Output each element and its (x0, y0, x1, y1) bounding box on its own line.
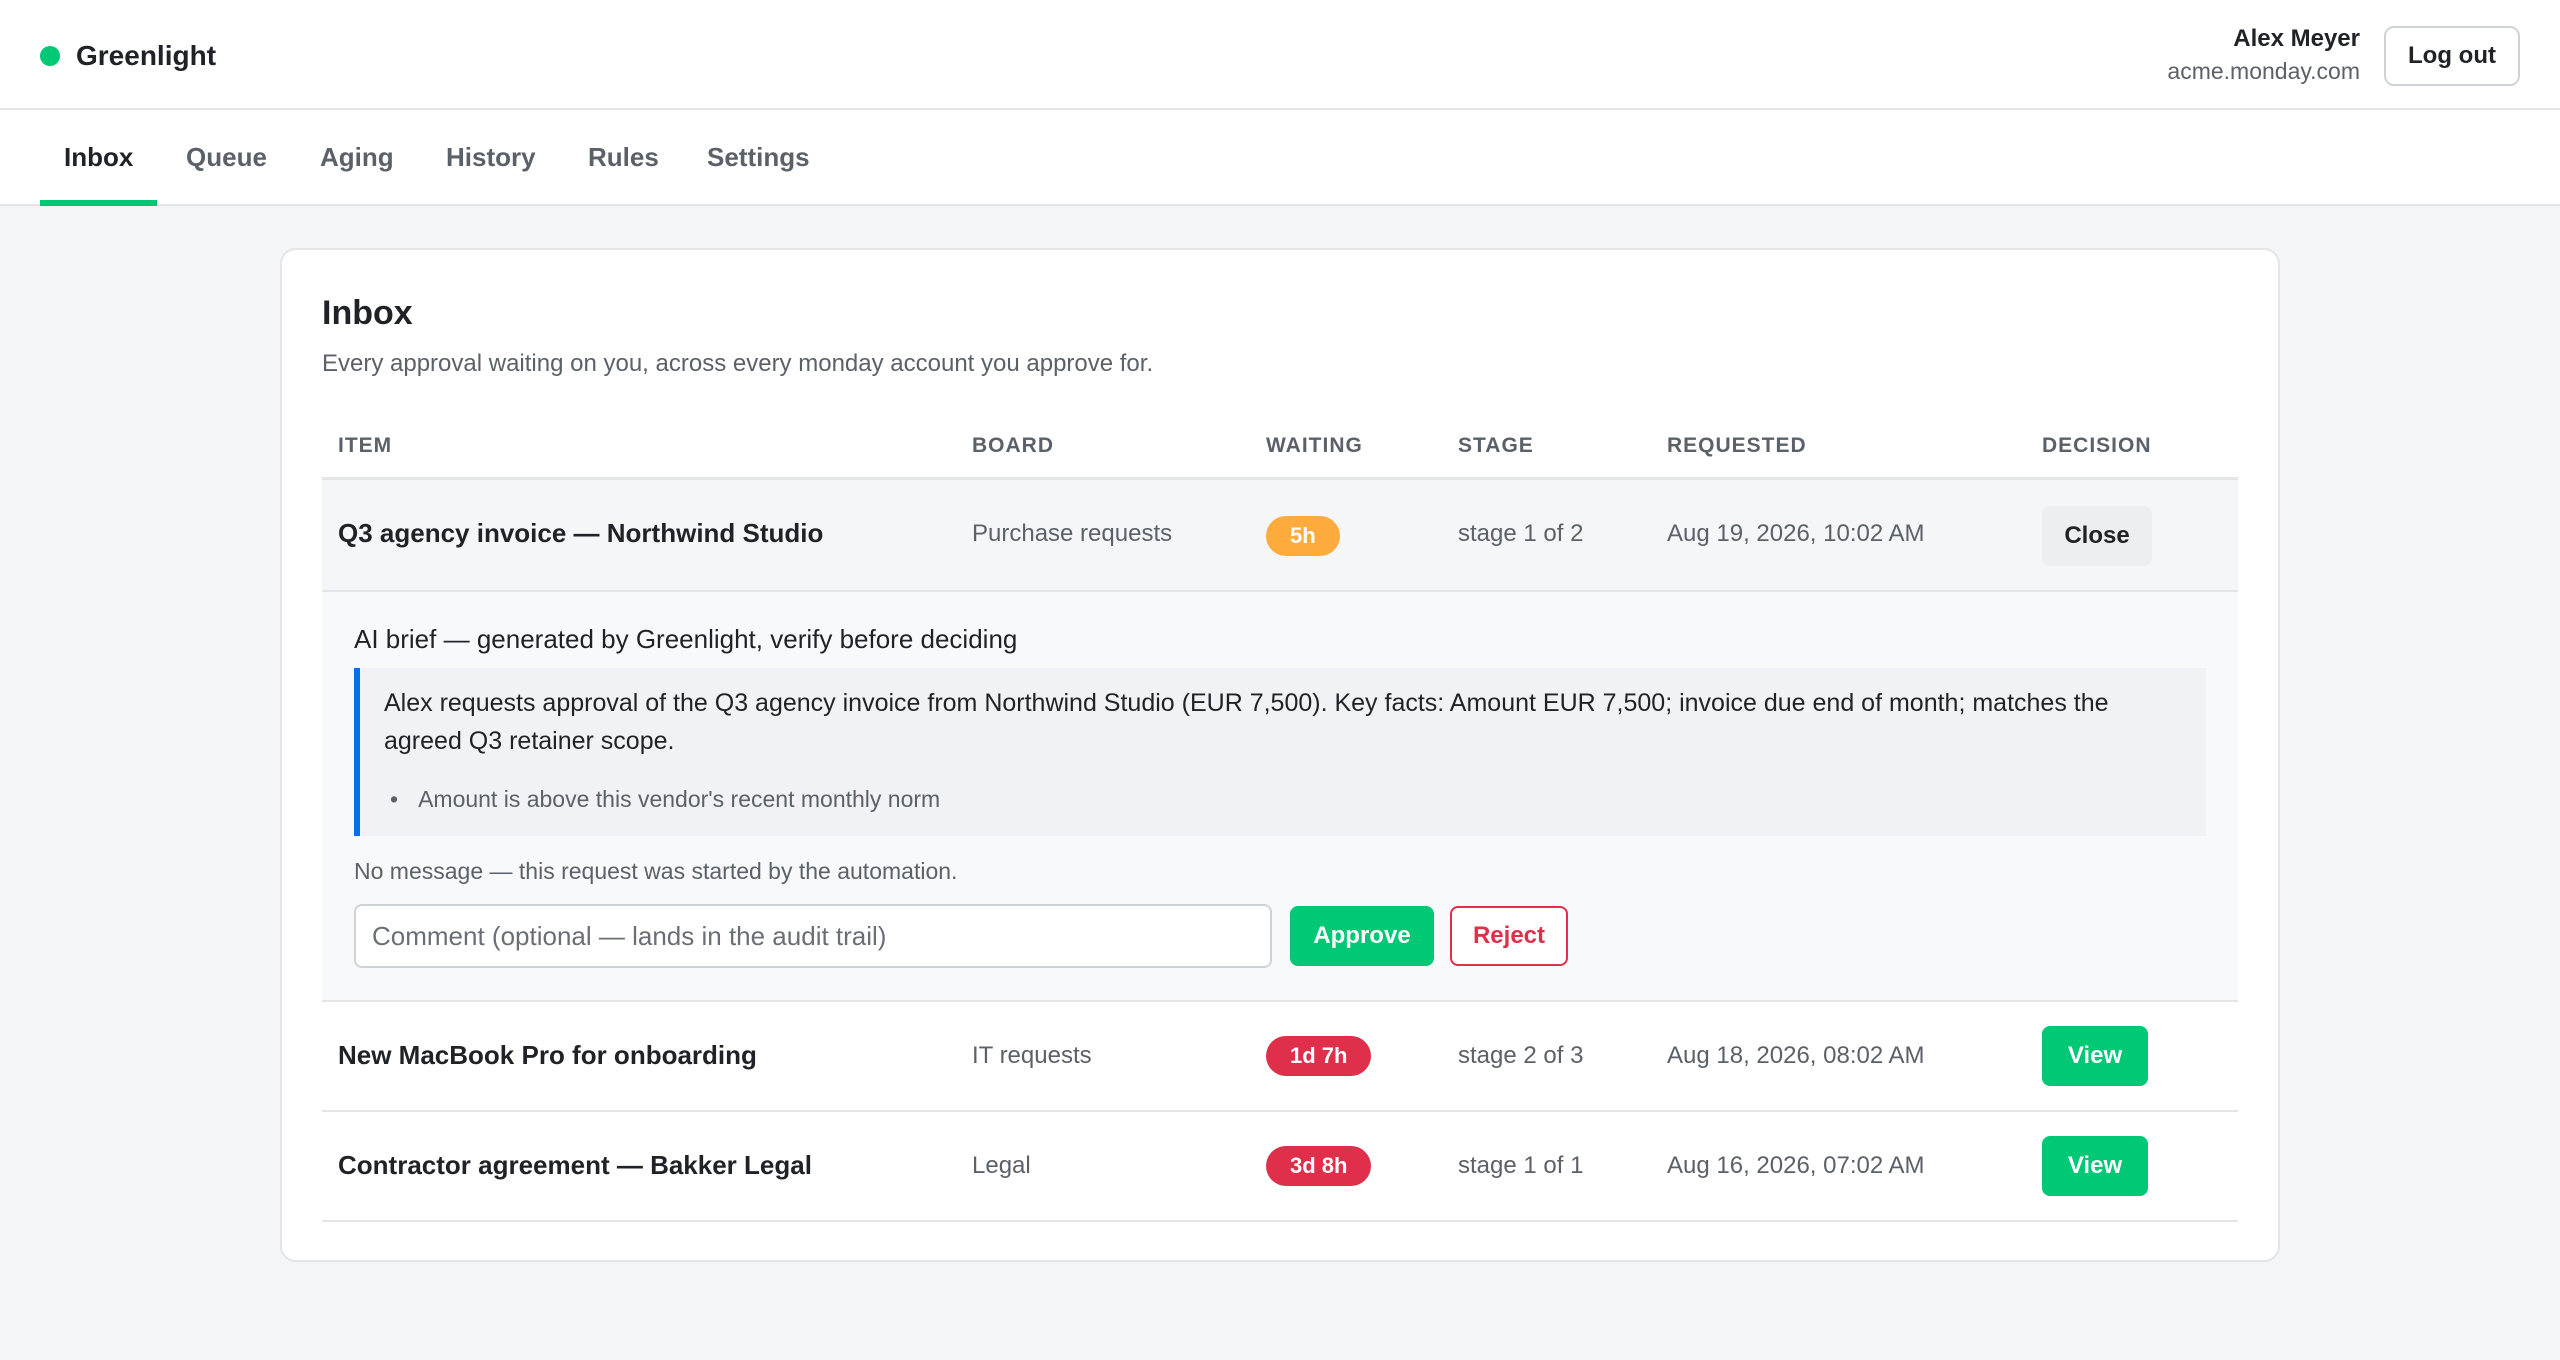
view-button[interactable]: View (2042, 1026, 2148, 1086)
tab-inbox[interactable]: Inbox (39, 110, 158, 206)
column-header-stage: STAGE (1458, 434, 1534, 457)
tab-queue[interactable]: Queue (186, 110, 267, 204)
row-board: Legal (972, 1152, 1031, 1179)
waiting-badge: 5h (1266, 516, 1340, 556)
column-header-waiting: WAITING (1266, 434, 1363, 457)
comment-input[interactable] (354, 904, 1272, 968)
reject-button[interactable]: Reject (1450, 906, 1568, 966)
user-name: Alex Meyer (2233, 25, 2360, 52)
row-item-title: New MacBook Pro for onboarding (338, 1040, 757, 1070)
table-header: ITEM BOARD WAITING STAGE REQUESTED DECIS… (322, 418, 2238, 480)
ai-brief-box: Alex requests approval of the Q3 agency … (354, 668, 2206, 836)
table-row[interactable]: Contractor agreement — Bakker Legal Lega… (322, 1112, 2238, 1222)
column-header-item: ITEM (338, 434, 393, 457)
approve-button[interactable]: Approve (1290, 906, 1434, 966)
top-bar: Greenlight Alex Meyer acme.monday.com Lo… (0, 0, 2560, 110)
row-item-title: Q3 agency invoice — Northwind Studio (338, 518, 824, 548)
brand-name: Greenlight (76, 40, 217, 71)
view-button[interactable]: View (2042, 1136, 2148, 1196)
waiting-badge: 1d 7h (1266, 1036, 1372, 1076)
column-header-decision: DECISION (2042, 434, 2152, 457)
logout-button[interactable]: Log out (2384, 26, 2520, 86)
row-item-title: Contractor agreement — Bakker Legal (338, 1150, 812, 1180)
no-message-note: No message — this request was started by… (354, 858, 958, 884)
ai-brief-heading: AI brief — generated by Greenlight, veri… (354, 624, 1018, 654)
brand[interactable]: Greenlight (40, 38, 216, 74)
tab-aging[interactable]: Aging (320, 110, 394, 204)
page-subtitle: Every approval waiting on you, across ev… (322, 350, 1154, 377)
row-stage: stage 1 of 1 (1458, 1152, 1584, 1179)
table-row[interactable]: Q3 agency invoice — Northwind Studio Pur… (322, 480, 2238, 592)
ai-brief-summary: Alex requests approval of the Q3 agency … (384, 689, 2109, 755)
page-title: Inbox (322, 294, 413, 332)
row-requested: Aug 18, 2026, 08:02 AM (1667, 1042, 1925, 1069)
tab-history[interactable]: History (446, 110, 536, 204)
inbox-card: Inbox Every approval waiting on you, acr… (280, 248, 2280, 1262)
row-requested: Aug 16, 2026, 07:02 AM (1667, 1152, 1925, 1179)
tab-settings[interactable]: Settings (707, 110, 810, 204)
waiting-badge: 3d 8h (1266, 1146, 1372, 1186)
row-board: Purchase requests (972, 520, 1173, 547)
tab-bar: Inbox Queue Aging History Rules Settings (0, 110, 2560, 206)
close-button[interactable]: Close (2042, 506, 2152, 566)
status-dot-icon (40, 46, 60, 66)
column-header-requested: REQUESTED (1667, 434, 1807, 457)
row-stage: stage 2 of 3 (1458, 1042, 1584, 1069)
ai-brief-bullet: Amount is above this vendor's recent mon… (390, 786, 940, 813)
table-row[interactable]: New MacBook Pro for onboarding IT reques… (322, 1002, 2238, 1112)
column-header-board: BOARD (972, 434, 1054, 457)
row-stage: stage 1 of 2 (1458, 520, 1584, 547)
expanded-brief-panel: AI brief — generated by Greenlight, veri… (322, 592, 2238, 1002)
tab-rules[interactable]: Rules (588, 110, 659, 204)
user-info: Alex Meyer acme.monday.com (2167, 22, 2360, 86)
user-account: acme.monday.com (2167, 58, 2360, 84)
row-board: IT requests (972, 1042, 1092, 1069)
row-requested: Aug 19, 2026, 10:02 AM (1667, 520, 1925, 547)
